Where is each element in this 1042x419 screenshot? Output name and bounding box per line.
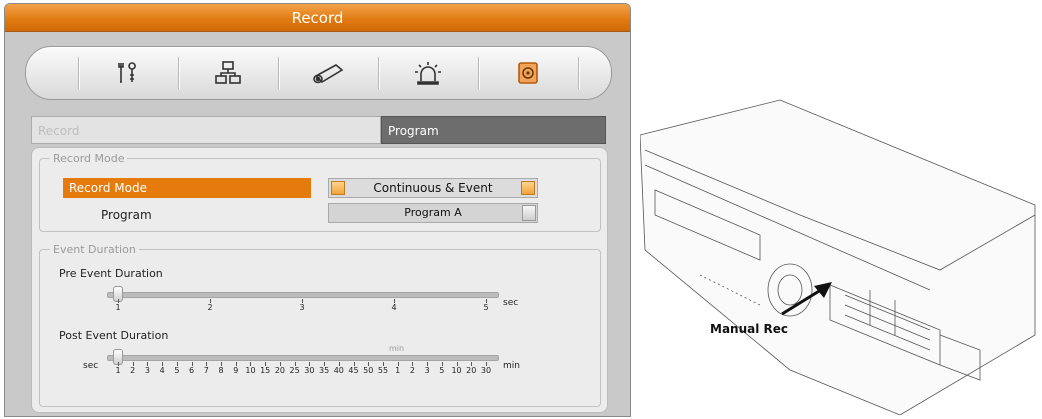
post-event-tick-label: 55 xyxy=(377,366,389,375)
post-event-tick-label: 45 xyxy=(348,366,359,375)
record-mode-legend: Record Mode xyxy=(53,152,125,165)
post-event-tick-label: 35 xyxy=(318,366,330,375)
arrow-left-icon[interactable] xyxy=(331,181,345,195)
post-event-tick-label: 25 xyxy=(289,366,300,375)
pre-event-track[interactable] xyxy=(107,292,499,298)
alarm-icon[interactable] xyxy=(378,47,478,99)
manual-rec-callout: Manual Rec xyxy=(710,322,789,336)
pre-event-tick-label: 4 xyxy=(391,303,397,312)
pre-event-label: Pre Event Duration xyxy=(59,267,163,280)
settings-icon-bar xyxy=(25,46,612,100)
post-event-tick-label: 1 xyxy=(395,366,401,375)
post-event-tick-label: 1 xyxy=(115,366,121,375)
post-event-right-unit: min xyxy=(503,361,520,371)
pre-event-tick-label: 2 xyxy=(207,303,213,312)
record-mode-value: Continuous & Event xyxy=(373,181,493,195)
post-event-tick-label: 15 xyxy=(260,366,271,375)
post-event-tick-label: 7 xyxy=(203,366,209,375)
post-event-tick-label: 5 xyxy=(174,366,180,375)
post-event-mid-unit: min xyxy=(389,344,405,353)
post-event-tick-label: 50 xyxy=(363,366,374,375)
pre-event-unit: sec xyxy=(503,298,519,308)
post-event-left-unit: sec xyxy=(83,361,99,371)
post-event-tick-label: 4 xyxy=(159,366,165,375)
tab-bar: Record Program xyxy=(31,116,606,144)
network-icon[interactable] xyxy=(178,47,278,99)
tools-icon[interactable] xyxy=(78,47,178,99)
record-mode-label[interactable]: Record Mode xyxy=(63,178,311,198)
window-title: Record xyxy=(5,4,630,32)
post-event-tick-label: 3 xyxy=(144,366,150,375)
record-mode-selector[interactable]: Continuous & Event xyxy=(328,178,538,198)
pre-event-tick-label: 3 xyxy=(299,303,305,312)
pre-event-tick-label: 5 xyxy=(483,303,489,312)
spinner-icon[interactable] xyxy=(522,205,536,221)
tab-record[interactable]: Record xyxy=(31,116,381,144)
post-event-tick-label: 20 xyxy=(466,366,477,375)
post-event-tick-label: 6 xyxy=(189,366,195,375)
program-label: Program xyxy=(101,208,152,222)
record-settings-window: Record Record Program Record Mode Record… xyxy=(4,3,631,417)
post-event-tick-label: 5 xyxy=(439,366,445,375)
post-event-tick-label: 8 xyxy=(218,366,224,375)
post-event-tick-label: 9 xyxy=(233,366,239,375)
program-value: Program A xyxy=(404,206,462,219)
camera-icon[interactable] xyxy=(278,47,378,99)
post-event-tick-label: 40 xyxy=(333,366,344,375)
settings-content: Record Mode Record Mode Continuous & Eve… xyxy=(31,147,608,413)
arrow-right-icon[interactable] xyxy=(521,181,535,195)
post-event-tick-label: 30 xyxy=(480,366,492,375)
post-event-tick-label: 20 xyxy=(274,366,285,375)
tab-program[interactable]: Program xyxy=(381,116,606,144)
event-duration-legend: Event Duration xyxy=(53,243,136,256)
program-select[interactable]: Program A xyxy=(328,203,538,223)
post-event-tick-label: 10 xyxy=(451,366,462,375)
post-event-tick-label: 30 xyxy=(304,366,315,375)
dvr-illustration: Manual Rec xyxy=(639,95,1038,416)
pre-event-tick-label: 1 xyxy=(115,303,121,312)
record-icon[interactable] xyxy=(478,47,578,99)
post-event-tick-label: 3 xyxy=(424,366,430,375)
post-event-tick-label: 2 xyxy=(409,366,415,375)
post-event-track[interactable] xyxy=(107,355,499,361)
post-event-tick-label: 2 xyxy=(130,366,136,375)
post-event-tick-label: 10 xyxy=(245,366,256,375)
post-event-label: Post Event Duration xyxy=(59,329,169,342)
